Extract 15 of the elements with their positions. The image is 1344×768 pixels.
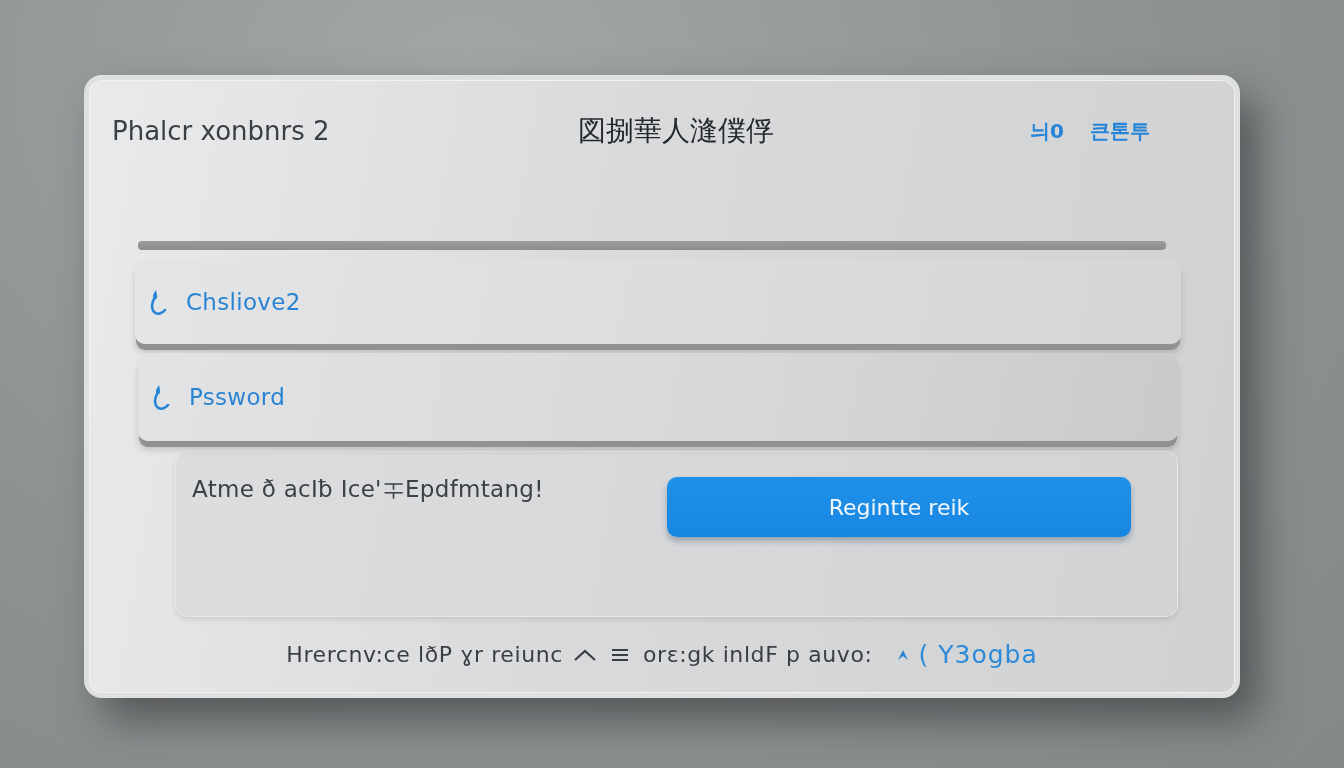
input-field[interactable]: Pssword [138,353,1178,441]
brand-name: Phalcr xonbnrs 2 [112,116,331,146]
panel-text: Atme ð acIƀ Ice'ᆍEpdfmtang! [192,475,544,504]
caret-up-icon [896,648,909,661]
footer-text: Hrercnv:ce lðP ɣr reiunc [286,642,563,667]
input-field[interactable]: Chsliove2 [135,259,1181,344]
header-link[interactable]: 큰톤투 [1090,117,1150,145]
menu-icon [610,647,629,662]
hook-icon [151,383,171,411]
footer-link[interactable]: ( Y3ogba [918,640,1038,669]
footer-text: orɛ:gk inldF p auvo: [642,642,873,667]
header-link[interactable]: 늬0 [1030,117,1064,145]
page-title: 図捌華人漨僕俘 [578,113,774,149]
primary-button[interactable]: Regintte reik [667,477,1131,537]
chevron-up-icon [572,647,597,662]
